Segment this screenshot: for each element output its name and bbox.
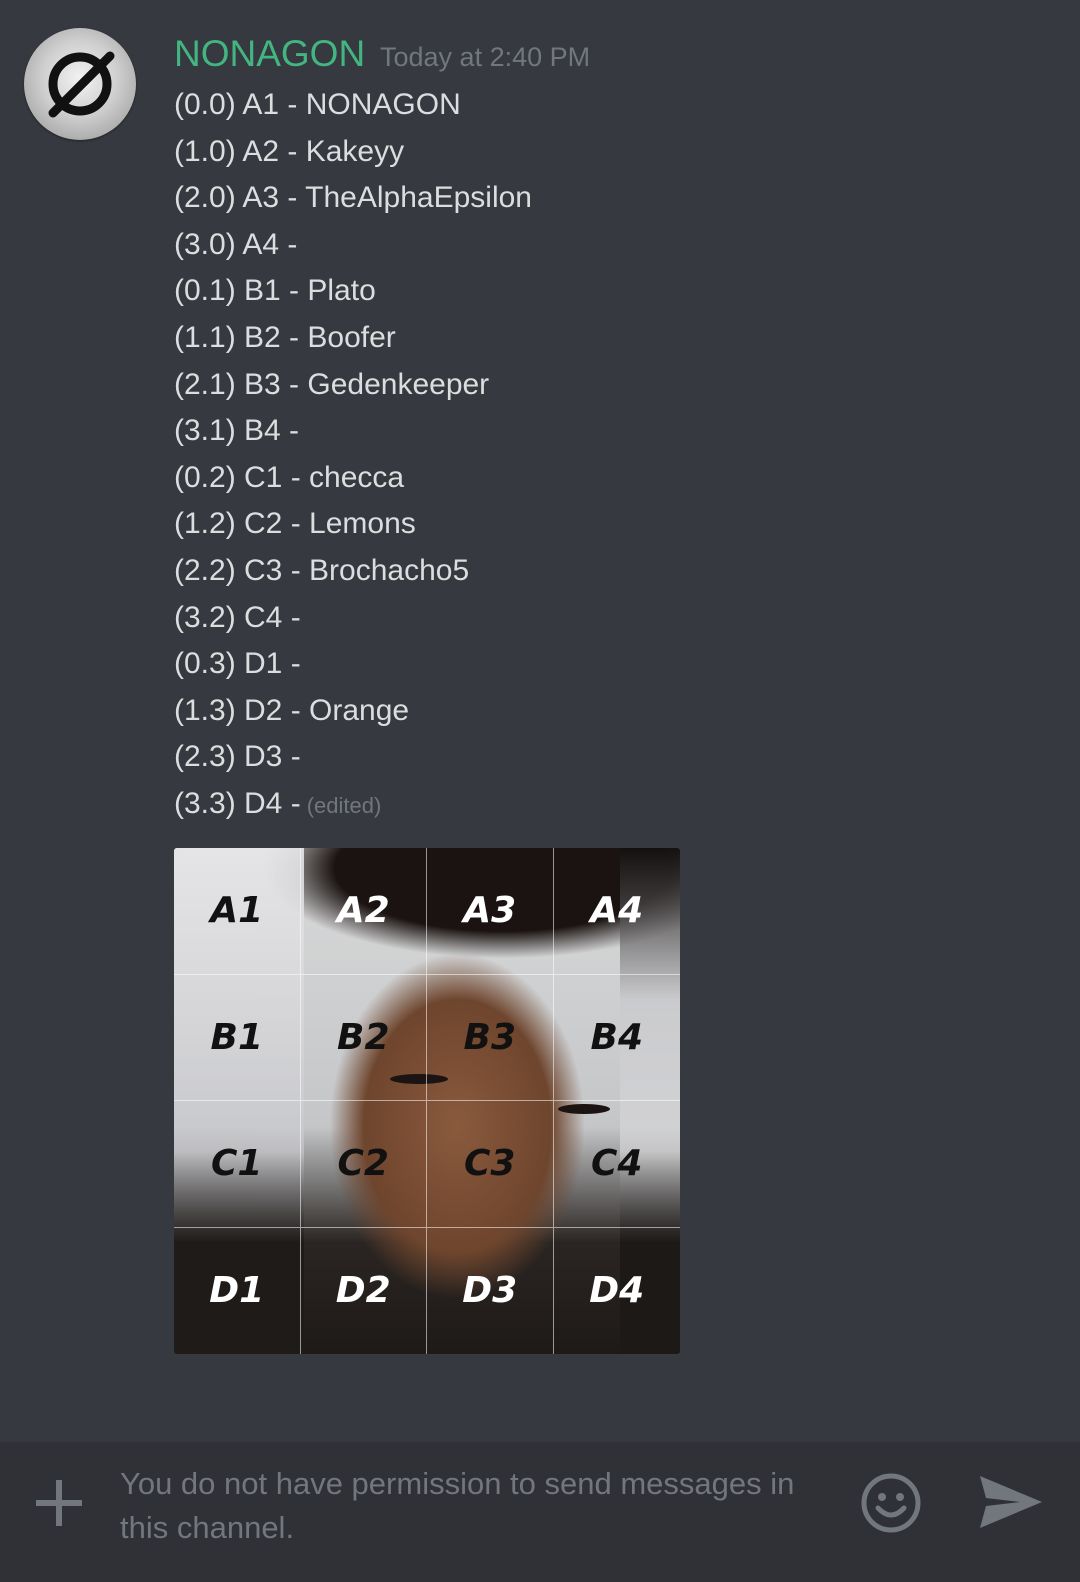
message-line: (1.2) C2 - Lemons (174, 507, 416, 541)
grid-cell-d1: D1 (174, 1227, 301, 1354)
message-line: (2.3) D3 - (174, 740, 301, 774)
grid-cell-b3: B3 (427, 974, 554, 1101)
message-line: (1.1) B2 - Boofer (174, 320, 396, 354)
message-timestamp: Today at 2:40 PM (380, 42, 591, 72)
grid-cell-c1: C1 (174, 1101, 301, 1228)
grid-cell-a1: A1 (174, 848, 301, 975)
message-line: (3.0) A4 - (174, 227, 298, 261)
message-line: (1.0) A2 - Kakeyy (174, 134, 405, 168)
grid-cell-b4: B4 (553, 975, 680, 1101)
message-line: (0.1) B1 - Plato (174, 274, 376, 308)
grid-cell-c4: C4 (553, 1101, 680, 1228)
message-content: (0.0) A1 - NONAGON (1.0) A2 - Kakeyy (2.… (174, 82, 532, 828)
message-line: (3.2) C4 - (174, 600, 301, 634)
message-line: (0.2) C1 - checca (174, 460, 405, 494)
plus-icon[interactable] (36, 1480, 82, 1526)
author-name[interactable]: NONAGON (174, 30, 365, 78)
grid-cell-c2: C2 (300, 1101, 427, 1228)
message-avatar[interactable] (24, 28, 136, 140)
send-icon[interactable] (978, 1474, 1044, 1530)
message-line: (2.0) A3 - TheAlphaEpsilon (174, 181, 532, 215)
grid-cell-d4: D4 (589, 1270, 645, 1312)
grid-cell-c3: C3 (427, 1101, 554, 1228)
empty-set-icon (48, 51, 115, 118)
message-line: (0.3) D1 - (174, 647, 301, 681)
emoji-icon[interactable] (860, 1472, 922, 1534)
composer-placeholder: You do not have permission to send messa… (120, 1466, 795, 1545)
message-line-text: (3.3) D4 - (174, 786, 301, 820)
edited-label: (edited) (306, 792, 382, 818)
grid-cell-d3: D3 (427, 1227, 554, 1354)
image-attachment[interactable]: A1 A2 A3 A4 B1 B2 B3 B4 C1 C2 C3 C4 D1 D… (174, 848, 680, 1354)
image-grid: A1 A2 A3 A4 B1 B2 B3 B4 C1 C2 C3 C4 D1 D… (174, 848, 680, 1354)
grid-cell-d2: D2 (301, 1227, 427, 1354)
grid-cell-a2: A2 (300, 848, 427, 975)
grid-cell-a4: A4 (553, 848, 680, 975)
grid-cell-a3: A3 (427, 848, 554, 975)
message-line: (2.1) B3 - Gedenkeeper (174, 367, 490, 401)
grid-cell-b2: B2 (300, 974, 427, 1101)
message-line: (0.0) A1 - NONAGON (174, 88, 461, 121)
message-line-last: (3.3) D4 - (edited) (174, 781, 532, 828)
message-line: (1.3) D2 - Orange (174, 693, 410, 727)
message-line: (3.1) B4 - (174, 414, 300, 448)
message-line: (2.2) C3 - Brochacho5 (174, 553, 470, 587)
grid-cell-b1: B1 (174, 974, 301, 1101)
